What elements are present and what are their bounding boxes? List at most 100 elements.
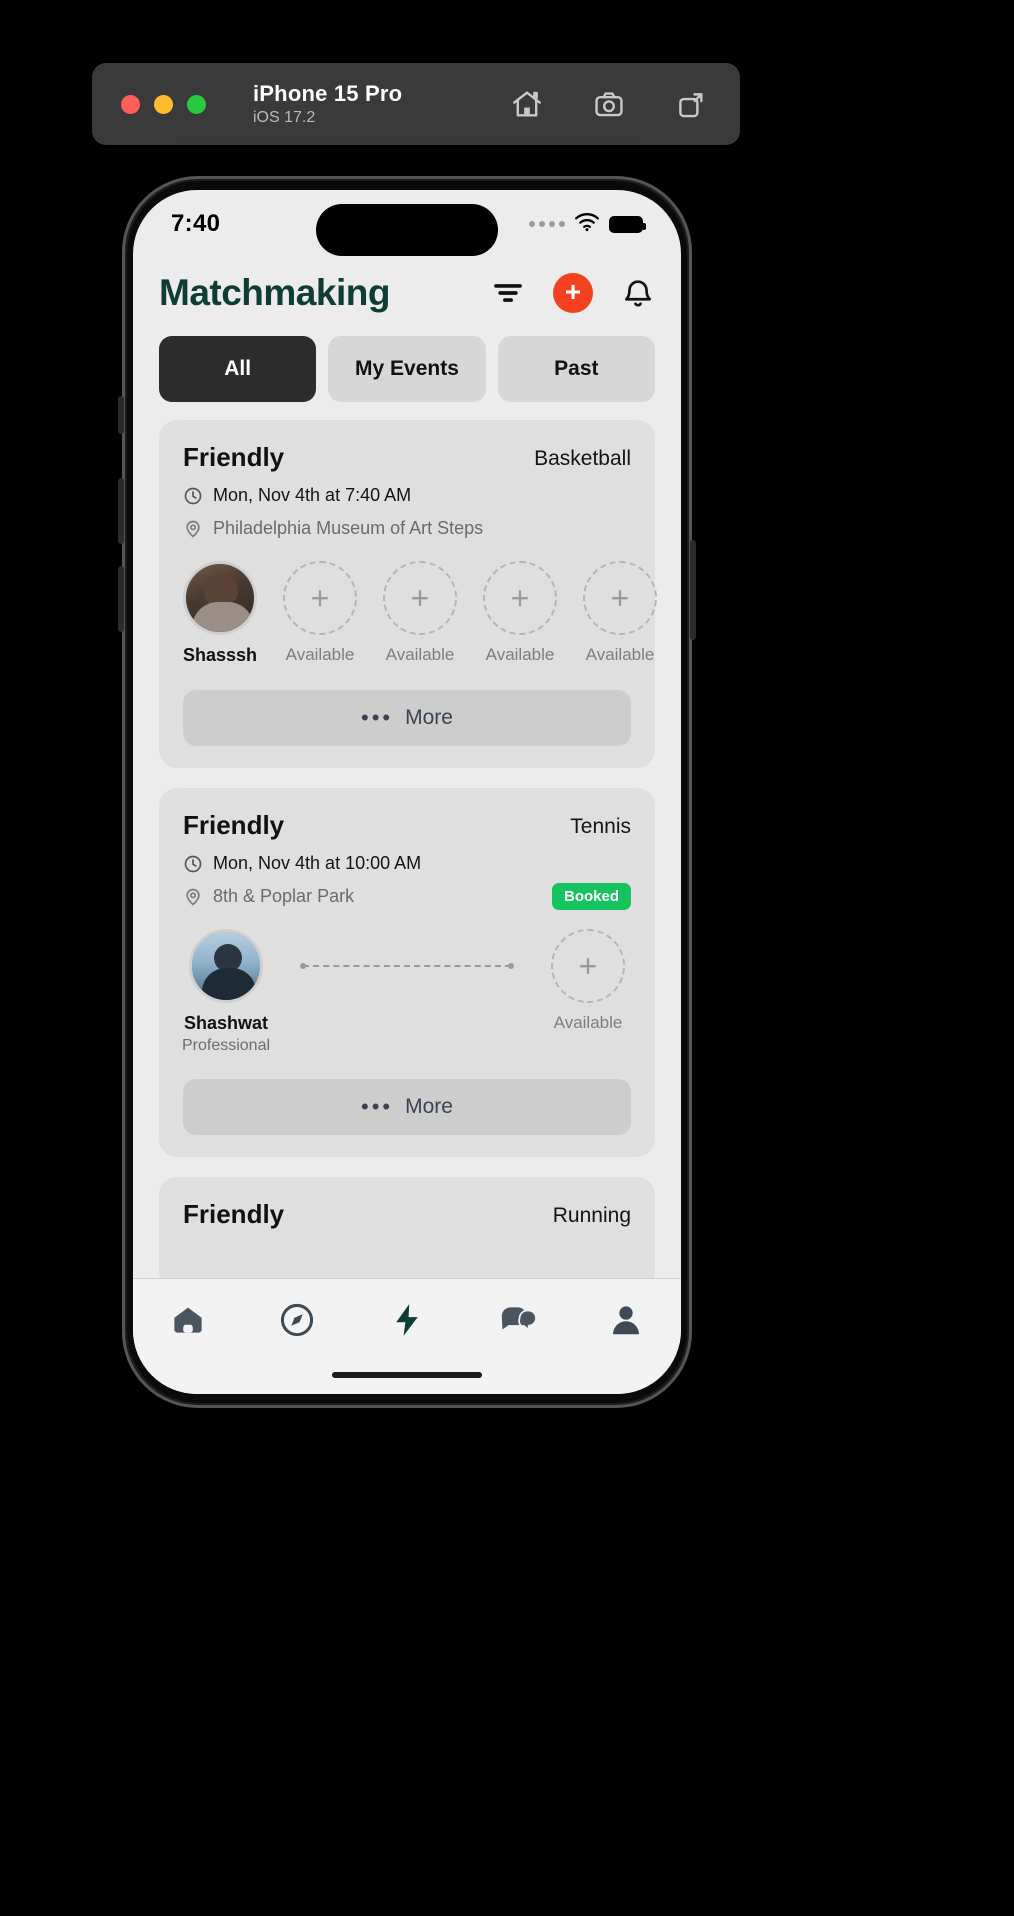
simulator-toolbar bbox=[510, 87, 708, 121]
home-icon bbox=[174, 1307, 202, 1333]
more-label: More bbox=[405, 706, 453, 729]
nav-matchmaking[interactable] bbox=[352, 1301, 462, 1339]
segmented-tabs: All My Events Past bbox=[133, 322, 681, 402]
event-time: Mon, Nov 4th at 7:40 AM bbox=[213, 485, 412, 505]
participant-name: Shashwat bbox=[183, 1013, 269, 1033]
open-slot-label: Available bbox=[485, 645, 555, 664]
open-slot[interactable]: + Available bbox=[583, 561, 657, 665]
window-controls bbox=[121, 94, 206, 114]
explore-icon bbox=[281, 1303, 314, 1337]
plus-icon: + bbox=[283, 561, 357, 635]
ios-status-bar: 7:40 bbox=[133, 190, 681, 258]
participant-role: Professional bbox=[181, 1037, 271, 1054]
event-location-row: 8th & Poplar Park Booked bbox=[183, 883, 631, 910]
simulator-title-bar: iPhone 15 Pro iOS 17.2 bbox=[92, 63, 740, 145]
more-button[interactable]: ••• More bbox=[183, 1079, 631, 1135]
rotate-icon[interactable] bbox=[674, 87, 708, 121]
event-title: Friendly bbox=[183, 442, 285, 472]
nav-explore[interactable] bbox=[243, 1301, 353, 1339]
event-location: 8th & Poplar Park bbox=[213, 886, 355, 906]
status-icons bbox=[529, 212, 646, 237]
avatar bbox=[183, 561, 257, 635]
os-version: iOS 17.2 bbox=[253, 109, 316, 127]
open-slot[interactable]: + Available bbox=[483, 561, 557, 665]
plus-icon: + bbox=[383, 561, 457, 635]
tab-all[interactable]: All bbox=[159, 336, 317, 402]
open-slot-label: Available bbox=[585, 645, 655, 664]
simulator-titles: iPhone 15 Pro iOS 17.2 bbox=[253, 81, 402, 127]
close-button[interactable] bbox=[121, 94, 140, 114]
event-time: Mon, Nov 4th at 10:00 AM bbox=[213, 853, 422, 873]
zoom-button[interactable] bbox=[187, 94, 206, 114]
add-event-label: + bbox=[564, 275, 582, 307]
event-card-header: Friendly Tennis bbox=[183, 810, 631, 841]
tab-my-events[interactable]: My Events bbox=[328, 336, 486, 402]
match-connector bbox=[289, 929, 525, 1003]
dynamic-island bbox=[316, 204, 498, 256]
ellipsis-icon: ••• bbox=[361, 1094, 394, 1119]
chat-icon bbox=[501, 1307, 536, 1332]
event-list[interactable]: Friendly Basketball Mon, Nov 4th at 7:40… bbox=[133, 402, 681, 1290]
home-icon[interactable] bbox=[510, 87, 544, 121]
participants-row: Shashwat Professional + Available bbox=[182, 929, 631, 1055]
plus-icon: + bbox=[483, 561, 557, 635]
plus-icon: + bbox=[583, 561, 657, 635]
nav-profile[interactable] bbox=[571, 1301, 681, 1339]
event-card[interactable]: Friendly Running bbox=[159, 1177, 655, 1290]
cellular-icon bbox=[529, 221, 565, 227]
status-time: 7:40 bbox=[171, 210, 221, 237]
tab-past[interactable]: Past bbox=[497, 336, 655, 402]
event-time-row: Mon, Nov 4th at 7:40 AM bbox=[183, 485, 631, 506]
nav-home[interactable] bbox=[133, 1301, 243, 1339]
event-card-header: Friendly Basketball bbox=[183, 442, 631, 473]
status-badge: Booked bbox=[551, 883, 631, 910]
bell-icon[interactable] bbox=[621, 276, 655, 310]
event-title: Friendly bbox=[183, 1199, 285, 1229]
open-slot[interactable]: + Available bbox=[283, 561, 357, 665]
add-event-button[interactable]: + bbox=[553, 273, 593, 313]
more-label: More bbox=[405, 1095, 453, 1118]
device-name: iPhone 15 Pro bbox=[253, 80, 403, 106]
open-slot-label: Available bbox=[285, 645, 355, 664]
event-location-row: Philadelphia Museum of Art Steps bbox=[183, 518, 631, 539]
event-sport: Basketball bbox=[534, 447, 631, 470]
event-time-row: Mon, Nov 4th at 10:00 AM bbox=[183, 853, 631, 874]
silent-switch[interactable] bbox=[118, 396, 124, 434]
home-indicator bbox=[332, 1372, 482, 1378]
device-screen: 7:40 Matchmaking + All My Events Past Fr… bbox=[133, 190, 681, 1394]
participant[interactable]: Shasssh bbox=[183, 561, 257, 666]
participants-row: Shasssh + Available + Available + Availa… bbox=[183, 561, 657, 666]
open-slot[interactable]: + Available bbox=[551, 929, 625, 1033]
event-location: Philadelphia Museum of Art Steps bbox=[213, 518, 484, 538]
battery-icon bbox=[609, 215, 646, 233]
screenshot-root: iPhone 15 Pro iOS 17.2 7:40 Matchmaking … bbox=[0, 0, 1014, 1916]
header-actions: + bbox=[491, 273, 655, 313]
filter-icon[interactable] bbox=[491, 276, 525, 310]
wifi-icon bbox=[574, 212, 600, 237]
event-sport: Tennis bbox=[570, 815, 631, 838]
bolt-icon bbox=[396, 1304, 418, 1336]
event-card[interactable]: Friendly Basketball Mon, Nov 4th at 7:40… bbox=[159, 420, 657, 768]
avatar bbox=[189, 929, 263, 1003]
more-button[interactable]: ••• More bbox=[183, 690, 631, 746]
nav-chat[interactable] bbox=[462, 1301, 572, 1339]
minimize-button[interactable] bbox=[154, 94, 173, 114]
location-pin-icon bbox=[186, 520, 200, 538]
plus-icon: + bbox=[551, 929, 625, 1003]
screenshot-icon[interactable] bbox=[592, 87, 626, 121]
open-slot-label: Available bbox=[385, 645, 455, 664]
bottom-nav bbox=[133, 1278, 681, 1394]
volume-down-button[interactable] bbox=[118, 566, 124, 632]
open-slot[interactable]: + Available bbox=[383, 561, 457, 665]
participant[interactable]: Shashwat Professional bbox=[182, 929, 270, 1055]
participant-name: Shasssh bbox=[182, 645, 258, 665]
event-card[interactable]: Friendly Tennis Mon, Nov 4th at 10:00 AM… bbox=[159, 788, 655, 1157]
page-title: Matchmaking bbox=[159, 272, 390, 313]
open-slot-label: Available bbox=[553, 1013, 623, 1032]
clock-icon bbox=[184, 487, 202, 504]
power-button[interactable] bbox=[690, 540, 696, 640]
profile-icon bbox=[613, 1306, 640, 1335]
ellipsis-icon: ••• bbox=[361, 705, 394, 730]
event-card-header: Friendly Running bbox=[183, 1199, 631, 1230]
volume-up-button[interactable] bbox=[118, 478, 124, 544]
